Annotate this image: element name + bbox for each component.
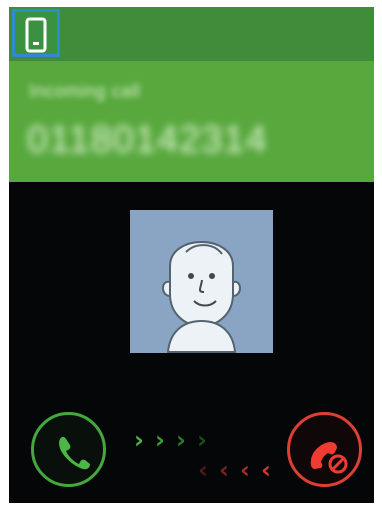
reject-swipe-chevron: ‹ <box>261 456 271 484</box>
reject-swipe-chevron: ‹ <box>219 456 229 484</box>
phone-accept-icon <box>59 437 90 470</box>
smartphone-icon <box>25 17 47 53</box>
smartphone-badge <box>12 9 60 57</box>
accept-swipe-chevron: › <box>176 426 186 454</box>
caller-info-panel: Incoming call 01180142314 <box>9 61 374 182</box>
accept-swipe-chevron: › <box>155 426 165 454</box>
status-bar <box>9 7 374 61</box>
reject-swipe-chevron: ‹ <box>198 456 208 484</box>
contact-avatar <box>130 210 273 353</box>
reject-swipe-chevron: ‹ <box>240 456 250 484</box>
accept-swipe-chevron: › <box>197 426 207 454</box>
incoming-call-label: Incoming call <box>29 81 141 101</box>
accept-call-button[interactable] <box>31 412 106 487</box>
default-contact-icon <box>130 210 273 353</box>
accept-swipe-chevron: › <box>134 426 144 454</box>
caller-number: 01180142314 <box>27 119 268 161</box>
reject-call-button[interactable] <box>287 412 362 487</box>
phone-reject-icon <box>310 442 348 474</box>
incoming-call-screen: Incoming call 01180142314 › › › › ‹ ‹ ‹ … <box>9 7 374 503</box>
